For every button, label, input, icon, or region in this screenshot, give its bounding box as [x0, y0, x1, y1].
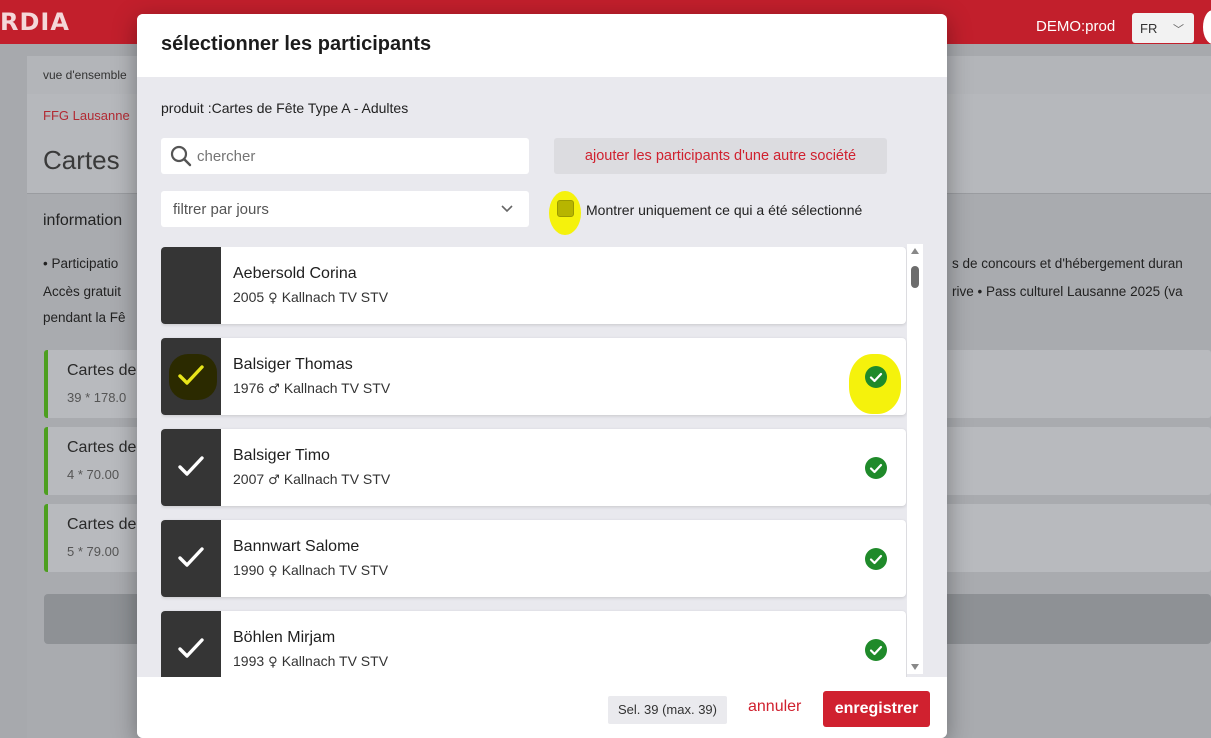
organisation-link[interactable]: FFG Lausanne [43, 108, 130, 123]
participant-meta: 2007 ♂ Kallnach TV STV [233, 471, 390, 488]
cancel-button[interactable]: annuler [748, 698, 801, 716]
participant-club: Kallnach TV STV [281, 653, 389, 669]
only-selected-toggle[interactable]: Montrer uniquement ce qui a été sélectio… [549, 191, 909, 235]
page-title: Cartes [43, 145, 120, 175]
male-icon: ♂ [268, 473, 280, 488]
female-icon: ♀ [268, 655, 278, 670]
participant-year: 2007 [233, 471, 265, 487]
list-item[interactable]: Balsiger Thomas 1976 ♂ Kallnach TV STV [161, 338, 906, 415]
participant-club: Kallnach TV STV [281, 289, 389, 305]
check-circle-icon [865, 366, 887, 388]
product-card-title: Cartes de [67, 362, 137, 379]
participant-meta: 1993 ♀ Kallnach TV STV [233, 653, 388, 670]
check-circle-icon [865, 639, 887, 661]
select-toggle[interactable] [161, 520, 221, 597]
select-toggle[interactable] [161, 611, 221, 677]
participant-name: Böhlen Mirjam [233, 629, 336, 646]
breadcrumb-link[interactable]: vue d'ensemble [43, 68, 127, 82]
participant-meta: 2005 ♀ Kallnach TV STV [233, 289, 388, 306]
info-text: rive • Pass culturel Lausanne 2025 (va [952, 284, 1183, 299]
only-selected-label: Montrer uniquement ce qui a été sélectio… [586, 202, 863, 218]
participant-year: 2005 [233, 289, 265, 305]
info-text: s de concours et d'hébergement duran [952, 256, 1183, 271]
check-icon [178, 547, 204, 567]
save-button[interactable]: enregistrer [823, 691, 930, 727]
dialog-header: sélectionner les participants [137, 14, 947, 77]
check-icon [178, 638, 204, 658]
check-icon [178, 456, 204, 476]
check-icon [178, 365, 204, 385]
information-heading: information [43, 212, 123, 229]
female-icon: ♀ [268, 564, 278, 579]
selection-count: Sel. 39 (max. 39) [608, 696, 727, 724]
info-text: • Participatio [43, 256, 119, 271]
search-field[interactable] [161, 138, 529, 174]
check-circle-icon [865, 457, 887, 479]
list-item[interactable]: Bannwart Salome 1990 ♀ Kallnach TV STV [161, 520, 906, 597]
select-participants-dialog: sélectionner les participants produit :C… [137, 14, 947, 738]
product-card-sub: 4 * 70.00 [67, 467, 120, 482]
scrollbar-thumb[interactable] [911, 266, 919, 288]
product-label: produit :Cartes de Fête Type A - Adultes [161, 100, 409, 116]
participant-club: Kallnach TV STV [281, 562, 389, 578]
select-toggle[interactable] [161, 338, 221, 415]
search-input[interactable] [197, 138, 517, 174]
info-text: pendant la Fê [43, 310, 126, 325]
list-item[interactable]: Aebersold Corina 2005 ♀ Kallnach TV STV [161, 247, 906, 324]
list-item[interactable]: Balsiger Timo 2007 ♂ Kallnach TV STV [161, 429, 906, 506]
list-item[interactable]: Böhlen Mirjam 1993 ♀ Kallnach TV STV [161, 611, 906, 677]
participant-club: Kallnach TV STV [283, 380, 391, 396]
environment-label: DEMO:prod [1036, 18, 1116, 35]
product-card-sub: 5 * 79.00 [67, 544, 120, 559]
participant-name: Balsiger Thomas [233, 356, 353, 373]
participant-name: Balsiger Timo [233, 447, 330, 464]
list-scrollbar[interactable] [907, 244, 923, 674]
chevron-down-icon [501, 205, 513, 213]
info-text: Accès gratuit [43, 284, 122, 299]
select-toggle[interactable] [161, 247, 221, 324]
scroll-up-arrow-icon[interactable] [911, 248, 919, 254]
language-value: FR [1140, 21, 1158, 36]
scroll-down-arrow-icon[interactable] [911, 664, 919, 670]
participant-club: Kallnach TV STV [283, 471, 391, 487]
select-toggle[interactable] [161, 429, 221, 506]
add-participants-other-company-button[interactable]: ajouter les participants d'une autre soc… [554, 138, 887, 174]
participant-meta: 1990 ♀ Kallnach TV STV [233, 562, 388, 579]
product-card-title: Cartes de [67, 439, 137, 456]
language-select[interactable]: FR ﹀ [1132, 13, 1194, 43]
only-selected-checkbox[interactable] [557, 200, 574, 217]
brand-logo: RDIA [0, 8, 70, 36]
dialog-title: sélectionner les participants [161, 33, 432, 55]
avatar[interactable] [1203, 10, 1211, 44]
participant-year: 1993 [233, 653, 265, 669]
participant-name: Bannwart Salome [233, 538, 360, 555]
search-icon [170, 145, 192, 167]
filter-by-days-select[interactable]: filtrer par jours [161, 191, 529, 227]
female-icon: ♀ [268, 291, 278, 306]
participant-year: 1990 [233, 562, 265, 578]
participant-name: Aebersold Corina [233, 265, 357, 282]
product-card-sub: 39 * 178.0 [67, 390, 127, 405]
product-card-title: Cartes de [67, 516, 137, 533]
participant-year: 1976 [233, 380, 265, 396]
participant-meta: 1976 ♂ Kallnach TV STV [233, 380, 390, 397]
chevron-down-icon: ﹀ [1173, 24, 1184, 36]
check-circle-icon [865, 548, 887, 570]
male-icon: ♂ [268, 382, 280, 397]
filter-label: filtrer par jours [173, 201, 269, 218]
participant-list: Aebersold Corina 2005 ♀ Kallnach TV STV Ba… [161, 247, 907, 677]
